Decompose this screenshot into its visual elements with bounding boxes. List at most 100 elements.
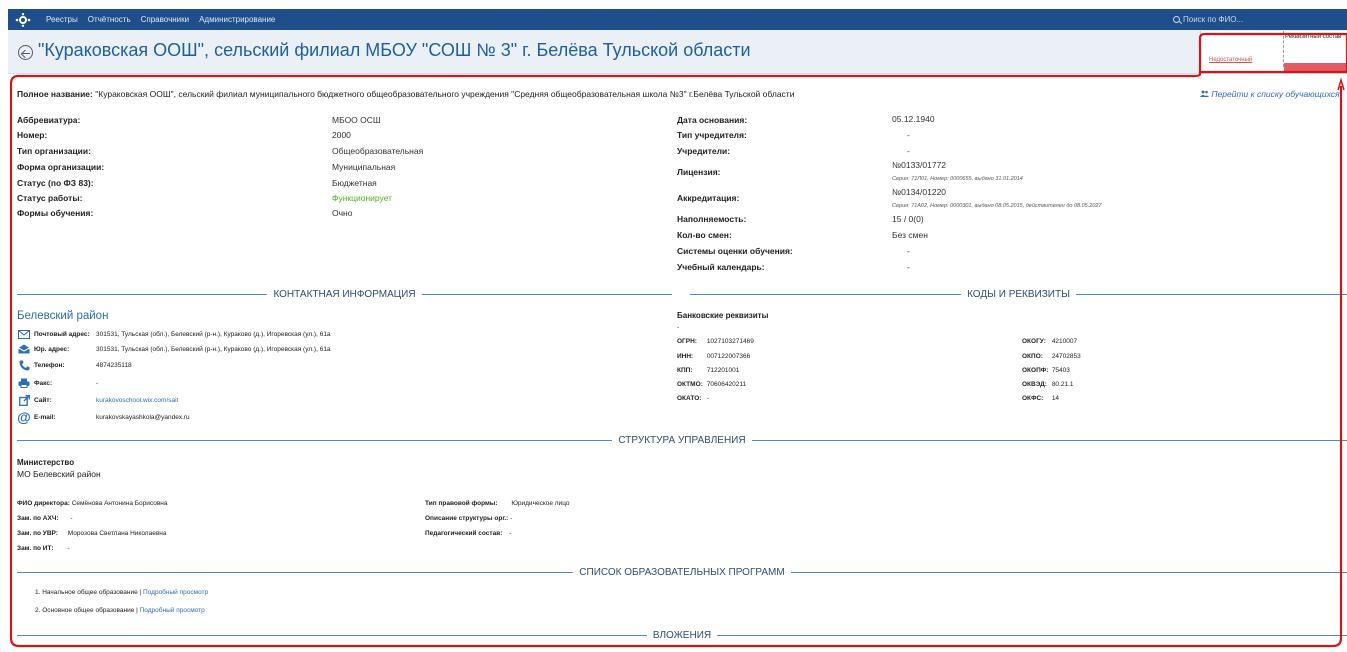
mgmt-deputy-ahch: Зам. по АХЧ: - — [17, 515, 73, 522]
code-label: КПП: — [677, 367, 693, 374]
mgmt-label: ФИО директора: — [17, 500, 70, 507]
printer-icon — [17, 377, 31, 389]
field-value: 2000 — [332, 130, 351, 140]
mgmt-value: - — [70, 515, 73, 522]
status-badge: Функционирует — [332, 193, 393, 203]
bank-requisites-value: - — [677, 324, 680, 331]
app-logo-icon[interactable] — [12, 9, 34, 30]
mgmt-value: - — [67, 545, 70, 552]
field-accreditation-note: Серия: 71А02, Номер: 0000301, выдано 08.… — [892, 199, 1102, 209]
field-founder-type: Тип учредителя: — [677, 130, 747, 140]
code-label: ОКОПФ: — [1022, 367, 1049, 374]
back-arrow-icon[interactable] — [18, 45, 33, 60]
code-okogu: ОКОГУ: 4210007 — [1022, 338, 1077, 345]
top-nav: Реестры Отчётность Справочники Администр… — [8, 9, 1347, 30]
field-value: - — [907, 146, 910, 156]
ministry-label: Министерство — [17, 458, 75, 467]
field-label: Аббревиатура: — [17, 115, 81, 125]
requisites-progress-bar — [1284, 63, 1347, 72]
field-abbreviation-value: МБОО ОСШ — [332, 115, 381, 125]
field-founders: Учредители: — [677, 146, 730, 156]
field-label: Статус (по ФЗ 83): — [17, 178, 94, 188]
field-status-fz83: Статус (по ФЗ 83): — [17, 178, 94, 188]
field-value: Муниципальная — [332, 162, 396, 172]
program-details-link[interactable]: Подробный просмотр — [143, 589, 208, 596]
bank-requisites-title: Банковские реквизиты — [677, 311, 769, 320]
nav-item-directories[interactable]: Справочники — [141, 15, 189, 24]
field-calendar-value: - — [907, 262, 910, 272]
field-shifts-value: Без смен — [892, 230, 928, 240]
students-list-link[interactable]: Перейти к списку обучающихся — [1200, 89, 1340, 99]
mgmt-label: Зам. по УВР: — [17, 530, 58, 537]
nav-item-reports[interactable]: Отчётность — [88, 15, 131, 24]
mgmt-director: ФИО директора: Семёнова Антонина Борисов… — [17, 500, 167, 507]
section-contacts: КОНТАКТНАЯ ИНФОРМАЦИЯ — [17, 288, 673, 300]
section-attachments: ВЛОЖЕНИЯ — [17, 629, 1347, 641]
program-name: 1. Начальное общее образование — [35, 589, 138, 596]
mgmt-structure: Описание структуры орг.: - — [425, 515, 512, 522]
field-study-forms-value: Очно — [332, 208, 352, 218]
field-org-type-value: Общеобразовательная — [332, 146, 423, 156]
contact-label: Сайт: — [34, 396, 52, 404]
students-link-label: Перейти к списку обучающихся — [1211, 89, 1340, 99]
search-input[interactable]: Поиск по ФИО... — [1173, 11, 1343, 28]
requisites-status-link[interactable]: Недостаточный — [1209, 57, 1252, 63]
contact-value: kurakovskayashkola@yandex.ru — [96, 413, 190, 421]
program-details-link[interactable]: Подробный просмотр — [140, 607, 205, 614]
mgmt-teaching-staff: Педагогический состав: - — [425, 530, 511, 537]
divider — [751, 439, 1347, 441]
section-title: СТРУКТУРА УПРАВЛЕНИЯ — [618, 434, 746, 446]
full-name-value: "Кураковская ООШ", сельский филиал муниц… — [95, 89, 795, 99]
contact-value: - — [96, 379, 99, 387]
contact-legal: Юр. адрес: 301531, Тульская (обл.), Беле… — [17, 343, 331, 355]
mgmt-label: Педагогический состав: — [425, 530, 503, 537]
nav-item-registries[interactable]: Реестры — [46, 15, 78, 24]
section-management: СТРУКТУРА УПРАВЛЕНИЯ — [17, 434, 1347, 446]
mgmt-value: Юридическое лицо — [511, 500, 570, 507]
contact-postal: Почтовый адрес: 301531, Тульская (обл.),… — [17, 328, 331, 340]
field-label: Форма организации: — [17, 162, 105, 172]
field-org-type: Тип организации: — [17, 146, 91, 156]
search-icon — [1173, 16, 1180, 23]
field-note: Серия: 71Л01, Номер: 0000655, выдано 31.… — [892, 176, 1023, 182]
contact-label: Телефон: — [34, 361, 65, 369]
section-codes: КОДЫ И РЕКВИЗИТЫ — [690, 288, 1347, 300]
field-work-status: Статус работы: — [17, 193, 82, 203]
contact-label: E-mail: — [34, 413, 56, 421]
nav-item-administration[interactable]: Администрирование — [199, 15, 275, 24]
field-shifts: Кол-во смен: — [677, 230, 732, 240]
field-label: Номер: — [17, 130, 48, 140]
mgmt-value: - — [509, 530, 512, 537]
field-org-form: Форма организации: — [17, 162, 104, 172]
code-value: - — [706, 395, 709, 402]
divider — [17, 634, 647, 636]
code-value: 75403 — [1051, 367, 1070, 374]
section-title: КОНТАКТНАЯ ИНФОРМАЦИЯ — [273, 288, 416, 300]
site-link[interactable]: kurakovoschool.wix.com/sait — [96, 397, 178, 404]
field-label: Кол-во смен: — [677, 230, 732, 240]
field-accreditation: Аккредитация: — [677, 193, 739, 203]
field-value: №0134/01220 — [892, 187, 947, 197]
mgmt-label: Тип правовой формы: — [425, 500, 498, 507]
page-title: "Кураковская ООШ", сельский филиал МБОУ … — [38, 40, 751, 60]
field-founder-type-value: - — [907, 130, 910, 140]
field-number: Номер: — [17, 130, 47, 140]
contact-email: @ E-mail: kurakovskayashkola@yandex.ru — [17, 410, 190, 424]
field-value: Очно — [332, 208, 353, 218]
program-item: 1. Начальное общее образование | Подробн… — [35, 589, 209, 596]
divider — [17, 439, 613, 441]
code-label: ИНН: — [677, 353, 694, 360]
divider — [17, 293, 268, 295]
code-okpo: ОКПО: 24702853 — [1022, 353, 1081, 360]
divider — [790, 571, 1347, 573]
contact-value: 301531, Тульская (обл.), Белевский (р-н.… — [96, 345, 331, 353]
field-value: - — [907, 262, 910, 272]
code-label: ОКАТО: — [677, 395, 702, 402]
users-icon — [1200, 89, 1211, 99]
code-kpp: КПП: 712201001 — [677, 367, 739, 374]
field-value: - — [907, 130, 910, 140]
field-license-note: Серия: 71Л01, Номер: 0000655, выдано 31.… — [892, 172, 1023, 182]
code-oktmo: ОКТМО: 70606420211 — [677, 381, 746, 388]
field-license-value: №0133/01772 — [892, 160, 946, 170]
divider — [17, 571, 574, 573]
